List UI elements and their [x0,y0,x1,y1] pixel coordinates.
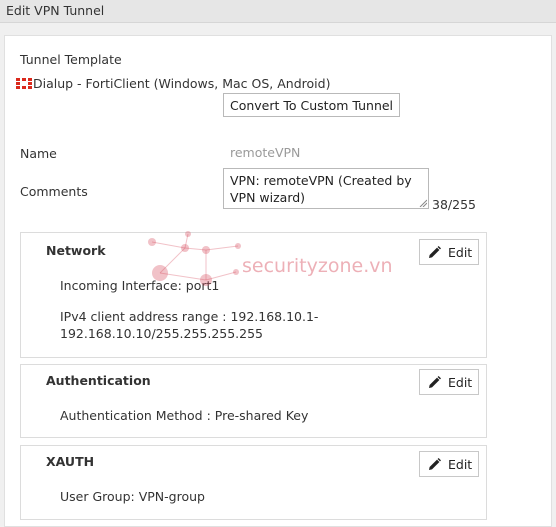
tunnel-template-value: Dialup - FortiClient (Windows, Mac OS, A… [33,76,331,91]
comments-textarea[interactable]: VPN: remoteVPN (Created by VPN wizard) [223,168,429,209]
authentication-method-text: Authentication Method : Pre-shared Key [60,408,309,423]
resize-grip-icon[interactable] [419,199,427,207]
network-title: Network [46,243,106,258]
pencil-icon [429,458,441,470]
authentication-card: Authentication Edit Authentication Metho… [20,364,487,438]
user-group-text: User Group: VPN-group [60,489,205,504]
network-edit-button[interactable]: Edit [419,239,479,265]
name-value: remoteVPN [230,145,301,160]
comments-counter: 38/255 [432,197,476,212]
pencil-icon [429,376,441,388]
pencil-icon [429,246,441,258]
name-label: Name [20,146,57,161]
xauth-card: XAUTH Edit User Group: VPN-group [20,445,487,520]
window-titlebar: Edit VPN Tunnel [0,0,556,23]
xauth-edit-button[interactable]: Edit [419,451,479,477]
authentication-title: Authentication [46,373,151,388]
authentication-edit-button[interactable]: Edit [419,369,479,395]
window-title: Edit VPN Tunnel [6,3,105,18]
ipv4-range-line2: 192.168.10.10/255.255.255.255 [60,326,264,341]
tunnel-template-label: Tunnel Template [20,52,122,67]
authentication-edit-label: Edit [448,375,473,390]
xauth-edit-label: Edit [448,457,473,472]
convert-custom-tunnel-button[interactable]: Convert To Custom Tunnel [223,93,400,117]
watermark-text: securityzone.vn [242,255,393,277]
comments-value: VPN: remoteVPN (Created by VPN wizard) [230,173,412,205]
comments-label: Comments [20,184,88,199]
ipv4-range-line1: IPv4 client address range : 192.168.10.1… [60,309,319,324]
xauth-title: XAUTH [46,454,95,469]
network-edit-label: Edit [448,245,473,260]
fortinet-logo-icon [16,78,32,89]
incoming-interface-text: Incoming Interface: port1 [60,278,220,293]
network-card: Network Edit Incoming Interface: port1 I… [20,232,487,358]
